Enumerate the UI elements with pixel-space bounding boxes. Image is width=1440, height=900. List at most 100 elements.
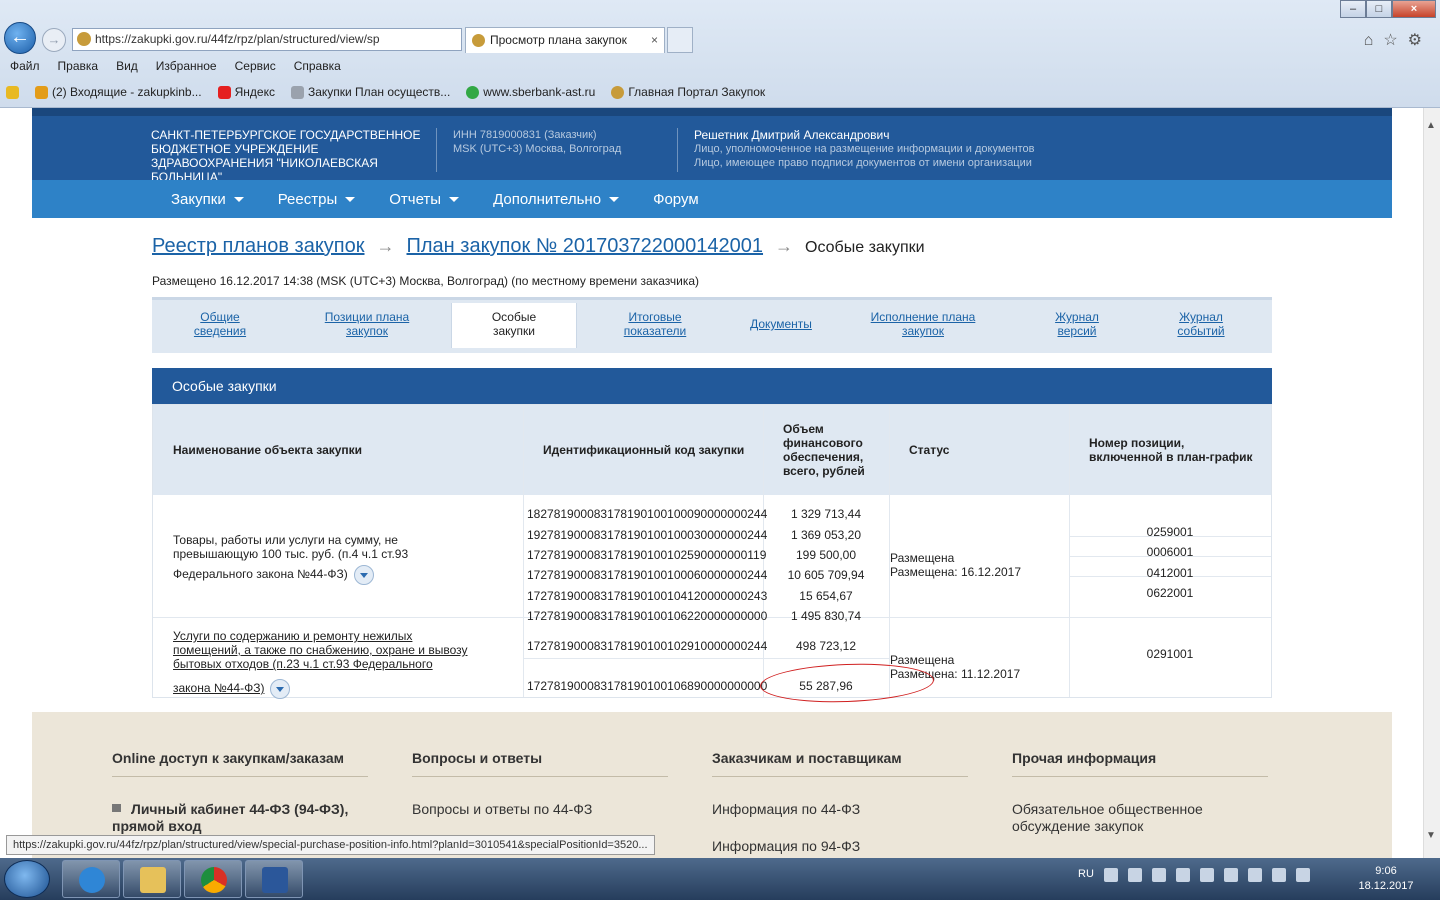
organization-inn: ИНН 7819000831 (Заказчик) MSK (UTC+3) Мо… — [436, 128, 621, 172]
tab-totals[interactable]: Итоговые показатели — [612, 310, 698, 338]
tab-special-purchases[interactable]: Особые закупки — [451, 303, 577, 348]
posted-info: Размещено 16.12.2017 14:38 (MSK (UTC+3) … — [152, 274, 699, 288]
lock-icon — [112, 804, 121, 812]
tray-icon[interactable] — [1103, 868, 1118, 882]
nav-reports[interactable]: Отчеты — [389, 190, 460, 208]
browser-tab[interactable]: Просмотр плана закупок × — [465, 27, 665, 53]
menu-help[interactable]: Справка — [294, 56, 341, 78]
menu-view[interactable]: Вид — [116, 56, 138, 78]
status: Размещена — [890, 653, 955, 667]
tab-positions[interactable]: Позиции плана закупок — [312, 310, 422, 338]
position-link[interactable]: 0259001 — [1069, 525, 1271, 539]
tray-icon[interactable] — [1127, 868, 1142, 882]
menu-file[interactable]: Файл — [10, 56, 40, 78]
taskbar-explorer[interactable] — [123, 860, 181, 898]
volume-muted-icon[interactable] — [1295, 868, 1310, 882]
breadcrumb: Реестр планов закупок → План закупок № 2… — [152, 235, 925, 258]
menu-favorites[interactable]: Избранное — [156, 56, 217, 78]
breadcrumb-plans-registry[interactable]: Реестр планов закупок — [152, 235, 365, 258]
purchase-code: 172781900083178190100106220000000000 — [527, 609, 768, 623]
maximize-icon[interactable]: □ — [1366, 0, 1392, 18]
ie-icon — [79, 867, 105, 893]
forward-button[interactable]: → — [42, 28, 66, 52]
footer-link[interactable]: Информация по 94-ФЗ — [712, 838, 968, 855]
nav-registries[interactable]: Реестры — [278, 191, 356, 208]
back-button[interactable]: ← — [4, 22, 36, 54]
position-link[interactable]: 0006001 — [1069, 545, 1271, 559]
address-bar[interactable]: https://zakupki.gov.ru/44fz/rpz/plan/str… — [72, 28, 462, 51]
address-url: https://zakupki.gov.ru/44fz/rpz/plan/str… — [95, 32, 380, 46]
nav-purchases[interactable]: Закупки — [171, 191, 244, 208]
nav-additional[interactable]: Дополнительно — [493, 191, 620, 208]
position-link[interactable]: 0622001 — [1069, 586, 1271, 600]
tray-icon[interactable] — [1151, 868, 1166, 882]
tray-icon[interactable] — [1271, 868, 1286, 882]
tab-documents[interactable]: Документы — [744, 317, 818, 331]
expand-chevron-icon[interactable] — [353, 565, 374, 585]
expand-chevron-icon[interactable] — [270, 679, 291, 699]
folder-icon — [140, 867, 166, 893]
tab-label: закупки — [492, 324, 535, 338]
scroll-down-icon[interactable]: ▼ — [1426, 830, 1436, 841]
tab-close-icon[interactable]: × — [651, 28, 658, 53]
favorite-inbox[interactable]: (2) Входящие - zakupkinb... — [35, 80, 202, 104]
tab-label: Особые — [491, 310, 537, 324]
tab-label: Документы — [750, 317, 812, 331]
close-window-icon[interactable]: × — [1392, 0, 1436, 18]
footer-link-cabinet[interactable]: Личный кабинет 44-ФЗ (94-ФЗ), прямой вхо… — [112, 801, 368, 835]
arrow-right-icon: → — [775, 236, 794, 256]
sberbank-icon — [466, 85, 480, 99]
purchase-name-link[interactable]: закона №44-ФЗ) — [173, 681, 264, 695]
position-link[interactable]: 0412001 — [1069, 566, 1271, 580]
yandex-icon — [217, 85, 231, 99]
favorite-zakupki-plan[interactable]: Закупки План осуществ... — [290, 80, 450, 104]
breadcrumb-plan[interactable]: План закупок № 201703722000142001 — [407, 235, 764, 258]
purchase-name-text: Федерального закона №44-ФЗ) — [173, 567, 348, 582]
footer-link[interactable]: Информация по 44-ФЗ — [712, 801, 968, 818]
purchase-name-link[interactable]: Услуги по содержанию и ремонту нежилых п… — [173, 629, 473, 671]
start-button[interactable] — [4, 860, 50, 898]
tray-icon[interactable] — [1247, 868, 1262, 882]
tab-events-log[interactable]: Журнал событий — [1168, 310, 1234, 338]
favorite-yandex[interactable]: Яндекс — [217, 80, 275, 104]
column-header-status: Статус — [889, 405, 1069, 495]
scroll-up-icon[interactable]: ▲ — [1426, 120, 1436, 131]
footer-link[interactable]: Вопросы и ответы по 44-ФЗ — [412, 801, 668, 818]
taskbar-ie[interactable] — [62, 860, 120, 898]
timezone-text: MSK (UTC+3) Москва, Волгоград — [453, 143, 622, 155]
settings-gear-icon[interactable]: ⚙ — [1408, 32, 1432, 49]
nav-label: Отчеты — [389, 190, 442, 208]
tab-plan-execution[interactable]: Исполнение плана закупок — [862, 310, 984, 338]
footer-column-other: Прочая информация Обязательное обществен… — [1012, 750, 1268, 835]
chrome-icon — [201, 867, 227, 893]
language-indicator[interactable]: RU — [1078, 868, 1094, 882]
tab-label: версий — [1057, 324, 1097, 338]
tab-versions-log[interactable]: Журнал версий — [1044, 310, 1110, 338]
footer-link[interactable]: Обязательное общественное обсуждение зак… — [1012, 801, 1268, 835]
favorite-sberbank[interactable]: www.sberbank-ast.ru — [466, 80, 595, 104]
nav-forum[interactable]: Форум — [653, 191, 699, 208]
position-link[interactable]: 0291001 — [1069, 647, 1271, 661]
menu-tools[interactable]: Сервис — [235, 56, 276, 78]
column-header-amount: Объем финансового обеспечения, всего, ру… — [763, 405, 889, 495]
tab-general[interactable]: Общие сведения — [182, 310, 258, 338]
favorite-portal[interactable]: Главная Портал Закупок — [611, 80, 765, 104]
favorites-star-icon[interactable]: ☆ — [1383, 32, 1407, 49]
favorites-bar-star[interactable] — [6, 80, 19, 104]
new-tab-button[interactable] — [667, 27, 693, 53]
column-header-position: Номер позиции, включенной в план-график — [1069, 405, 1271, 495]
amount: 15 654,67 — [799, 589, 853, 603]
tray-icon[interactable] — [1223, 868, 1238, 882]
menu-edit[interactable]: Правка — [58, 56, 99, 78]
home-icon[interactable]: ⌂ — [1364, 32, 1384, 49]
tray-icon[interactable] — [1175, 868, 1190, 882]
window-controls: – □ × — [1340, 0, 1436, 18]
taskbar-chrome[interactable] — [184, 860, 242, 898]
taskbar-word[interactable] — [245, 860, 303, 898]
vertical-scrollbar[interactable]: ▲ ▼ — [1423, 108, 1440, 858]
nav-label: Форум — [653, 190, 699, 208]
minimize-icon[interactable]: – — [1340, 0, 1366, 18]
tray-icon[interactable] — [1199, 868, 1214, 882]
clock[interactable]: 9:06 18.12.2017 — [1358, 864, 1414, 894]
tab-label: Исполнение плана — [870, 310, 976, 324]
